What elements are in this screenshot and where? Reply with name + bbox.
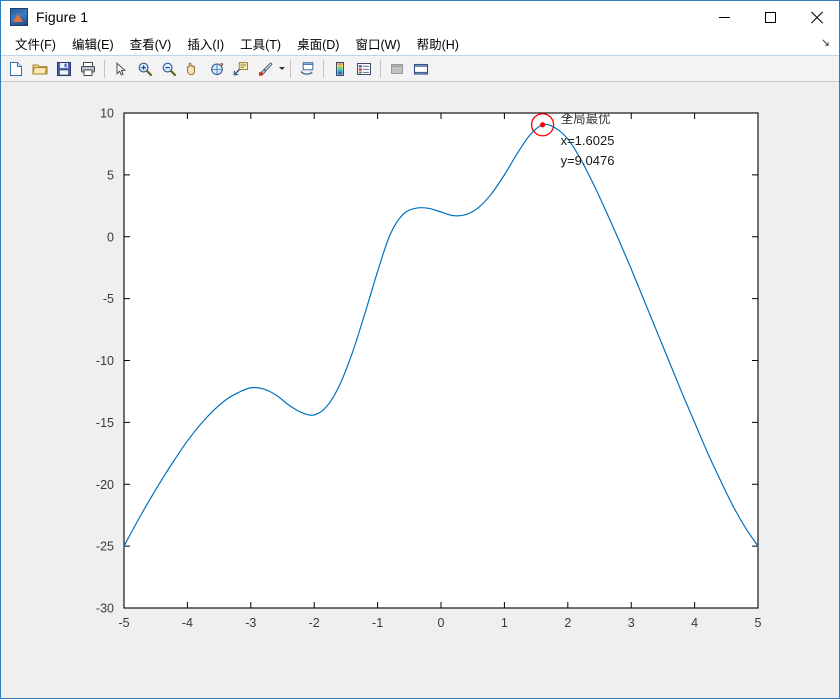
minimize-icon — [718, 16, 730, 18]
title-bar: Figure 1 — [1, 0, 839, 32]
menu-bar: 文件(F) 编辑(E) 查看(V) 插入(I) 工具(T) 桌面(D) 窗口(W… — [1, 32, 839, 56]
x-axis-tick-label: -2 — [309, 616, 320, 630]
pan-hand-icon[interactable] — [182, 58, 204, 80]
x-axis-tick-label: 2 — [564, 616, 571, 630]
toolbar — [1, 56, 839, 82]
minimize-button[interactable] — [701, 1, 747, 33]
brush-dropdown-arrow-icon[interactable] — [277, 58, 286, 80]
menu-desktop[interactable]: 桌面(D) — [289, 32, 347, 55]
y-axis-tick-label: -5 — [103, 292, 114, 306]
y-axis-tick-label: 0 — [107, 230, 114, 244]
edit-plot-arrow-icon[interactable] — [110, 58, 132, 80]
y-axis-tick-label: -25 — [96, 540, 114, 554]
x-axis-tick-label: 1 — [501, 616, 508, 630]
x-axis-tick-label: 5 — [755, 616, 762, 630]
menu-overflow-arrow-icon[interactable]: ↘ — [819, 37, 832, 50]
x-axis-tick-label: -5 — [118, 616, 129, 630]
y-axis-tick-label: 5 — [107, 168, 114, 182]
menu-view[interactable]: 查看(V) — [122, 32, 180, 55]
link-plot-icon[interactable] — [296, 58, 318, 80]
toolbar-separator-2 — [290, 59, 291, 78]
show-plot-tools-icon[interactable] — [410, 58, 432, 80]
toolbar-separator-4 — [380, 59, 381, 78]
zoom-in-icon[interactable] — [134, 58, 156, 80]
menu-tools[interactable]: 工具(T) — [232, 32, 289, 55]
y-axis-tick-label: 10 — [100, 107, 114, 121]
global-optimum-x-text: x=1.6025 — [561, 133, 615, 148]
menu-help[interactable]: 帮助(H) — [409, 32, 467, 55]
x-axis-tick-label: -3 — [245, 616, 256, 630]
x-axis-tick-label: -1 — [372, 616, 383, 630]
toolbar-separator-3 — [323, 59, 324, 78]
toolbar-separator-1 — [104, 59, 105, 78]
menu-file[interactable]: 文件(F) — [7, 32, 64, 55]
maximize-button[interactable] — [747, 1, 793, 33]
x-axis-tick-label: 4 — [691, 616, 698, 630]
y-axis-tick-label: -20 — [96, 478, 114, 492]
global-optimum-y-text: y=9.0476 — [561, 153, 615, 168]
y-axis-tick-label: -30 — [96, 602, 114, 616]
colorbar-icon[interactable] — [329, 58, 351, 80]
hide-plot-tools-icon[interactable] — [386, 58, 408, 80]
save-figure-icon[interactable] — [53, 58, 75, 80]
maximize-icon — [764, 11, 776, 23]
global-optimum-point — [539, 122, 546, 128]
y-axis-tick-label: -10 — [96, 354, 114, 368]
print-figure-icon[interactable] — [77, 58, 99, 80]
zoom-out-icon[interactable] — [158, 58, 180, 80]
x-axis-tick-label: 0 — [438, 616, 445, 630]
x-axis-tick-label: -4 — [182, 616, 193, 630]
figure-canvas[interactable]: -5 -4 -3 -2 -1 0 1 2 3 4 5 10 5 0 -5 -10 -15 -20 -25 -30 全局最… — [1, 82, 839, 698]
figure-window: Figure 1 文件(F) 编辑(E) 查看(V) 插入(I) 工具(T) 桌… — [0, 0, 840, 699]
brush-select-icon[interactable] — [254, 58, 276, 80]
window-title: Figure 1 — [36, 8, 89, 25]
data-cursor-icon[interactable] — [230, 58, 252, 80]
close-icon — [810, 11, 823, 24]
new-figure-icon[interactable] — [5, 58, 27, 80]
y-axis-tick-label: -15 — [96, 416, 114, 430]
matlab-figure-icon — [10, 7, 28, 26]
window-controls — [701, 1, 839, 33]
legend-icon[interactable] — [353, 58, 375, 80]
plot-svg: -5 -4 -3 -2 -1 0 1 2 3 4 51050-5-10-15-20-25-30全局最… — [96, 107, 762, 631]
menu-window[interactable]: 窗口(W) — [347, 32, 408, 55]
close-button[interactable] — [793, 1, 839, 33]
rotate-3d-icon[interactable] — [206, 58, 228, 80]
x-axis-tick-label: 3 — [628, 616, 635, 630]
menu-insert[interactable]: 插入(I) — [179, 32, 232, 55]
menu-edit[interactable]: 编辑(E) — [64, 32, 122, 55]
global-optimum-label: 全局最优 — [561, 111, 611, 126]
plot-background — [124, 113, 758, 608]
open-file-icon[interactable] — [29, 58, 51, 80]
